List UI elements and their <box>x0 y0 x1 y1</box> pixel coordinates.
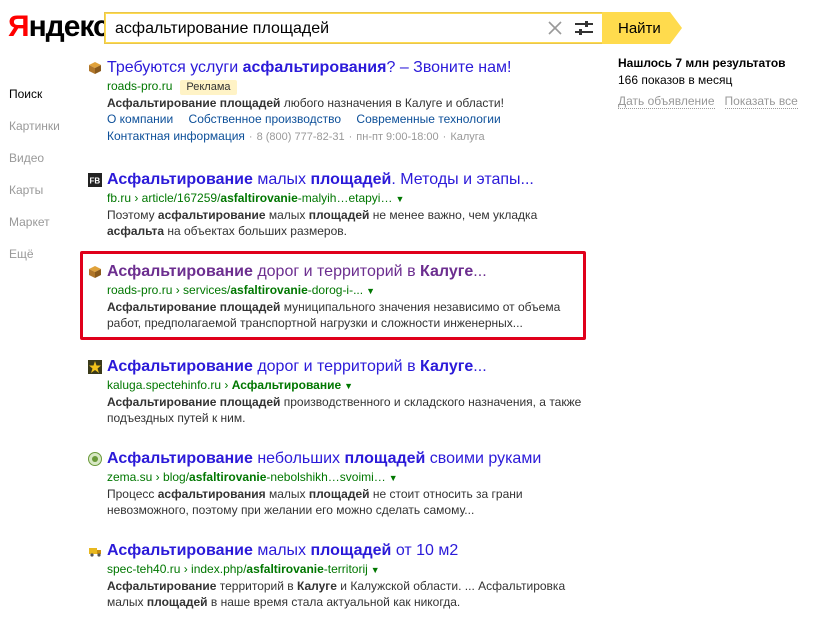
ad-badge: Реклама <box>180 80 237 95</box>
filter-settings-icon[interactable] <box>573 18 595 38</box>
chevron-down-icon[interactable]: ▼ <box>371 565 380 575</box>
show-all-link[interactable]: Показать все <box>724 94 798 109</box>
result-url[interactable]: zema.su › blog/asfaltirovanie-nebolshikh… <box>107 469 588 486</box>
result-url[interactable]: kaluga.spectehinfo.ru › Асфальтирование ▼ <box>107 377 588 394</box>
nav-item-market[interactable]: Маркет <box>9 214 60 246</box>
monthly-shows: 166 показов в месяц <box>618 73 733 87</box>
nav-item-video[interactable]: Видео <box>9 150 60 182</box>
search-result: FB Асфальтирование малых площадей. Метод… <box>88 170 588 243</box>
truck-icon <box>89 548 101 557</box>
city: Калуга <box>450 131 485 143</box>
result-snippet: Асфальтирование площадей любого назначен… <box>107 96 504 110</box>
search-button-arrow <box>670 12 682 44</box>
nav-item-search[interactable]: Поиск <box>9 86 60 118</box>
contact-info-link[interactable]: Контактная информация <box>107 129 245 143</box>
result-snippet: Процесс асфальтирования малых площадей н… <box>107 487 523 517</box>
place-ad-link[interactable]: Дать объявление <box>618 94 715 109</box>
result-url[interactable]: roads-pro.ru Реклама <box>107 78 588 95</box>
search-result: Асфальтирование небольших площадей своим… <box>88 449 588 522</box>
phone: 8 (800) 777-82-31 <box>256 131 345 143</box>
nav-item-maps[interactable]: Карты <box>9 182 60 214</box>
search-button[interactable]: Найти <box>602 12 670 44</box>
result-url[interactable]: fb.ru › article/167259/asfaltirovanie-ma… <box>107 190 588 207</box>
svg-text:FB: FB <box>90 177 101 186</box>
result-title[interactable]: Асфальтирование небольших площадей своим… <box>107 449 588 469</box>
clear-icon[interactable] <box>545 18 565 38</box>
search-result: Асфальтирование дорог и территорий в Кал… <box>88 357 588 430</box>
result-url[interactable]: spec-teh40.ru › index.php/asfaltirovanie… <box>107 561 588 578</box>
search-bar: Найти <box>104 12 682 44</box>
result-snippet: Поэтому асфальтирование малых площадей н… <box>107 208 538 238</box>
search-input[interactable] <box>113 16 537 42</box>
sitelink[interactable]: Собственное производство <box>189 112 342 126</box>
result-title[interactable]: Асфальтирование малых площадей от 10 м2 <box>107 541 588 561</box>
result-snippet: Асфальтирование площадей производственно… <box>107 395 582 425</box>
zema-icon <box>88 452 102 466</box>
highlight-frame <box>80 251 586 340</box>
star-icon <box>88 360 102 374</box>
logo-letter: Я <box>8 10 30 43</box>
ad-links: Дать объявление Показать все <box>618 93 808 109</box>
fb-icon: FB <box>88 173 102 187</box>
contacts-line: Контактная информация · 8 (800) 777-82-31 ·… <box>107 129 485 143</box>
result-title[interactable]: Асфальтирование малых площадей. Методы и… <box>107 170 588 190</box>
results-count: Нашлось 7 млн результатов <box>618 56 786 70</box>
work-hours: пн-пт 9:00-18:00 <box>356 131 439 143</box>
sitelinks: О компании Собственное производство Совр… <box>107 111 588 127</box>
chevron-down-icon[interactable]: ▼ <box>389 473 398 483</box>
yandex-logo[interactable]: Яндекс <box>8 9 110 45</box>
logo-rest: ндекс <box>28 10 110 43</box>
chevron-down-icon[interactable]: ▼ <box>395 194 404 204</box>
search-type-nav: Поиск Картинки Видео Карты Маркет Ещё <box>9 86 60 278</box>
results-info: Нашлось 7 млн результатов 166 показов в … <box>618 55 808 109</box>
chevron-down-icon[interactable]: ▼ <box>344 381 353 391</box>
search-result: Асфальтирование малых площадей от 10 м2 … <box>88 541 588 614</box>
nav-item-images[interactable]: Картинки <box>9 118 60 150</box>
search-box <box>104 12 603 44</box>
result-title[interactable]: Асфальтирование дорог и территорий в Кал… <box>107 357 588 377</box>
sitelink[interactable]: Современные технологии <box>356 112 500 126</box>
result-title[interactable]: Требуются услуги асфальтирования? – Звон… <box>107 58 588 78</box>
nav-item-more[interactable]: Ещё <box>9 246 60 278</box>
box-icon <box>89 62 101 74</box>
sitelink[interactable]: О компании <box>107 112 173 126</box>
ad-result: Требуются услуги асфальтирования? – Звон… <box>88 58 588 151</box>
result-snippet: Асфальтирование территорий в Калуге и Ка… <box>107 579 566 609</box>
